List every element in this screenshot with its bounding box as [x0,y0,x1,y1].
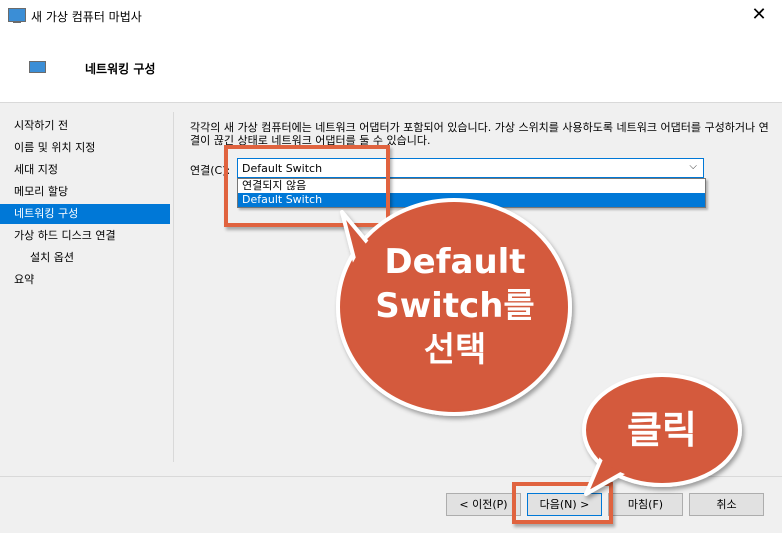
sidebar-divider [173,112,174,462]
wizard-steps-sidebar: 시작하기 전 이름 및 위치 지정 세대 지정 메모리 할당 네트워킹 구성 가… [0,103,172,463]
callout-select-line-1: Default [384,242,526,282]
sidebar-item-virtual-hard-disk[interactable]: 가상 하드 디스크 연결 [0,226,170,246]
cancel-button[interactable]: 취소 [689,493,764,516]
finish-button[interactable]: 마침(F) [608,493,683,516]
sidebar-item-name-location[interactable]: 이름 및 위치 지정 [0,138,170,158]
sidebar-item-installation-options[interactable]: 설치 옵션 [0,248,170,268]
networking-description: 각각의 새 가상 컴퓨터에는 네트워크 어댑터가 포함되어 있습니다. 가상 스… [190,121,769,147]
footer-divider [0,476,782,477]
chevron-down-icon[interactable]: ⌵ [689,161,697,172]
hyperv-vm-icon [8,8,26,23]
close-icon[interactable]: ✕ [736,0,782,30]
sidebar-item-networking[interactable]: 네트워킹 구성 [0,204,170,224]
wizard-header: 네트워킹 구성 [0,30,782,103]
sidebar-item-memory[interactable]: 메모리 할당 [0,182,170,202]
network-monitor-icon [29,61,46,73]
sidebar-item-before-you-begin[interactable]: 시작하기 전 [0,116,170,136]
previous-button[interactable]: < 이전(P) [446,493,521,516]
sidebar-item-generation[interactable]: 세대 지정 [0,160,170,180]
callout-select-line-3: 선택 [423,330,487,370]
highlight-box-dropdown [224,145,390,227]
sidebar-item-summary[interactable]: 요약 [0,270,170,290]
window-title: 새 가상 컴퓨터 마법사 [31,10,142,24]
callout-click-text: 클릭 [627,408,697,452]
title-bar: 새 가상 컴퓨터 마법사 ✕ [0,0,782,30]
highlight-box-next [512,482,613,524]
page-title: 네트워킹 구성 [85,62,156,76]
callout-select-line-2: Switch를 [375,286,535,326]
callout-select-text: Default Switch를 선택 [350,240,560,372]
